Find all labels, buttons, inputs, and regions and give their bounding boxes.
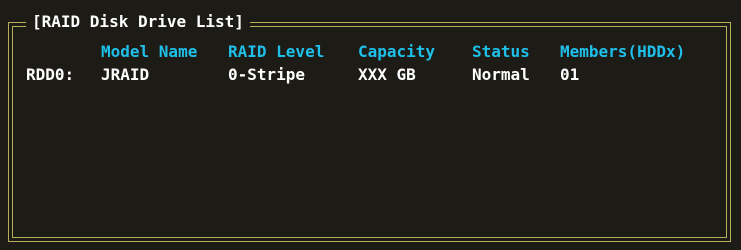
column-header-members: Members(HDDx) — [560, 42, 686, 61]
column-header-raid-level: RAID Level — [228, 42, 325, 61]
drive-capacity: XXX GB — [358, 65, 416, 84]
drive-model-name: JRAID — [101, 65, 150, 84]
drive-status: Normal — [472, 65, 530, 84]
drive-raid-level: 0-Stripe — [228, 65, 306, 84]
column-header-status: Status — [472, 42, 530, 61]
drive-id: RDD0: — [26, 65, 75, 84]
raid-drive-row[interactable]: RDD0: JRAID 0-Stripe XXX GB Normal 01 — [0, 65, 741, 85]
bios-screen: [RAID Disk Drive List] Model Name RAID L… — [0, 0, 741, 250]
column-header-capacity: Capacity — [358, 42, 436, 61]
column-header-model-name: Model Name — [101, 42, 198, 61]
column-header-row: Model Name RAID Level Capacity Status Me… — [0, 42, 741, 62]
drive-members: 01 — [560, 65, 580, 84]
panel-title: [RAID Disk Drive List] — [26, 12, 250, 32]
